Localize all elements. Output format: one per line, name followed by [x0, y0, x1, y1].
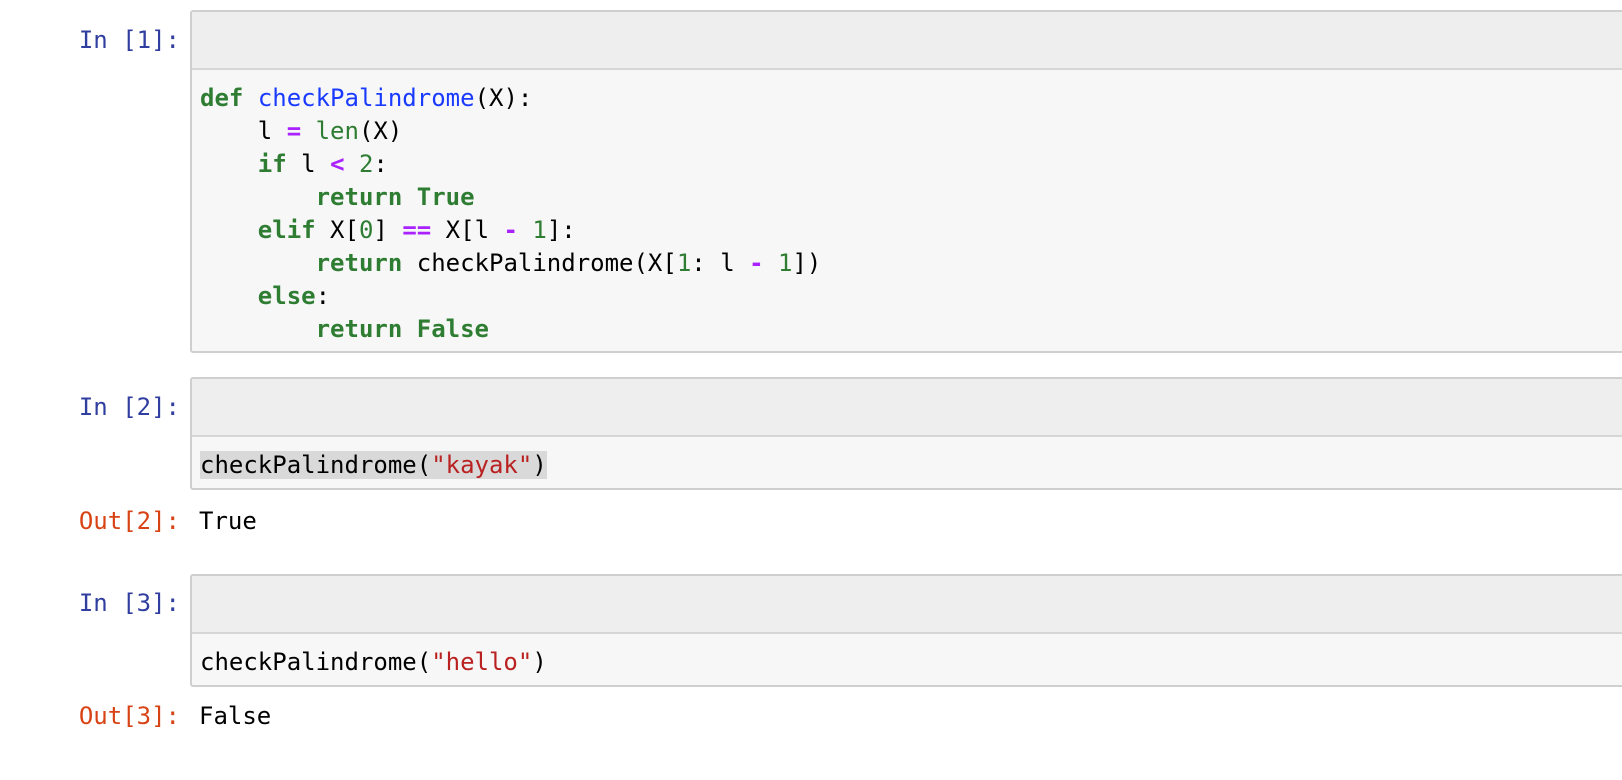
number-token: 1 [778, 249, 793, 277]
input-prompt: In [1]: [78, 26, 180, 54]
string-token: "hello" [431, 648, 533, 676]
notebook: In [1]: def checkPalindrome(X): l = len(… [0, 0, 1622, 780]
keyword-token: elif [257, 216, 316, 244]
code-line: return True [200, 181, 821, 214]
code-line: checkPalindrome("kayak") [200, 449, 547, 482]
keyword-token: False [416, 315, 489, 343]
code-line: return checkPalindrome(X[1: l - 1]) [200, 247, 822, 280]
cell-toolbar [192, 12, 1622, 70]
code-token: ) [532, 451, 547, 479]
keyword-token: if [257, 150, 287, 178]
code-line: else: [200, 280, 821, 313]
keyword-token: else [257, 282, 316, 310]
code-token: : l [691, 249, 750, 277]
operator-token: < [330, 150, 345, 178]
code-token: ]: [546, 216, 576, 244]
cell-output: False [199, 702, 272, 730]
code-token: (X) [358, 117, 403, 145]
code-token: checkPalindrome( [200, 451, 432, 479]
code-line: def checkPalindrome(X): [200, 82, 821, 115]
code-editor[interactable]: checkPalindrome("kayak") [200, 449, 547, 482]
keyword-token: True [416, 183, 475, 211]
operator-token: == [402, 216, 432, 244]
code-line: elif X[0] == X[l - 1]: [200, 214, 821, 247]
code-token: X[l [431, 216, 504, 244]
number-token: 2 [358, 150, 374, 178]
code-token: ) [532, 648, 547, 676]
code-token: : [315, 282, 331, 310]
keyword-token: return [315, 249, 403, 277]
output-prompt: Out[2]: [78, 507, 180, 535]
cell-toolbar [192, 379, 1622, 437]
code-line: checkPalindrome("hello") [200, 646, 547, 679]
cell-output: True [199, 507, 257, 535]
cell-toolbar [192, 576, 1622, 634]
code-cell[interactable]: checkPalindrome("hello") [190, 574, 1622, 687]
builtin-token: len [315, 117, 359, 145]
function-name-token: checkPalindrome [257, 84, 475, 112]
code-editor[interactable]: checkPalindrome("hello") [200, 646, 547, 679]
keyword-token: return [315, 183, 403, 211]
code-token: (X): [474, 84, 533, 112]
number-token: 1 [676, 249, 692, 277]
code-token: checkPalindrome( [200, 648, 432, 676]
code-token: ]) [792, 249, 822, 277]
output-prompt: Out[3]: [78, 702, 180, 730]
input-prompt: In [2]: [78, 393, 180, 421]
number-token: 1 [532, 216, 547, 244]
keyword-token: def [200, 84, 244, 112]
code-token: checkPalindrome(X[ [402, 249, 677, 277]
code-token: X[ [315, 216, 359, 244]
code-token: l [286, 150, 331, 178]
operator-token: - [503, 216, 518, 244]
code-token: l [200, 117, 287, 145]
code-line: return False [200, 313, 821, 346]
code-line: l = len(X) [200, 115, 821, 148]
operator-token: = [286, 117, 302, 145]
input-prompt: In [3]: [78, 589, 180, 617]
code-cell[interactable]: def checkPalindrome(X): l = len(X) if l … [190, 10, 1622, 353]
operator-token: - [749, 249, 764, 277]
code-cell[interactable]: checkPalindrome("kayak") [190, 377, 1622, 490]
code-token: ] [373, 216, 403, 244]
string-token: "kayak" [431, 451, 533, 479]
code-token: : [373, 150, 388, 178]
code-editor[interactable]: def checkPalindrome(X): l = len(X) if l … [200, 82, 821, 346]
code-line: if l < 2: [200, 148, 821, 181]
number-token: 0 [358, 216, 374, 244]
keyword-token: return [315, 315, 403, 343]
